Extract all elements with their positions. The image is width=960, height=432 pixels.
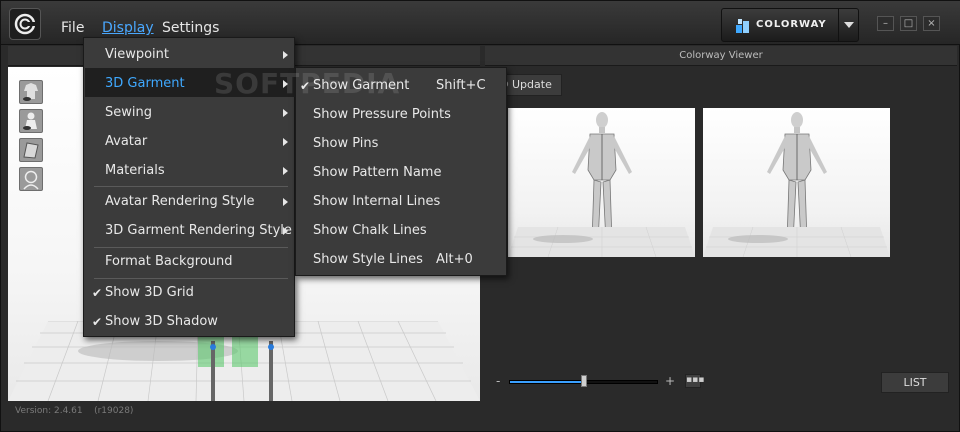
minimize-button[interactable]: – <box>877 16 894 31</box>
menu-item-avatar[interactable]: Avatar <box>105 134 147 149</box>
colorway-icon <box>736 19 749 33</box>
menu-item-avatar-rendering-style[interactable]: Avatar Rendering Style <box>105 194 255 209</box>
menu-item-viewpoint[interactable]: Viewpoint <box>105 47 169 62</box>
version-text: Version: 2.4.61 (r19028) <box>15 406 134 416</box>
maximize-button[interactable]: □ <box>900 16 917 31</box>
menu-item-show-3d-grid[interactable]: Show 3D Grid <box>105 285 194 300</box>
submenu-item-show-pins[interactable]: Show Pins <box>313 136 378 151</box>
colorway-viewer-title: Colorway Viewer <box>485 46 957 66</box>
app-window: File Display Settings COLORWAY – □ × Ver… <box>0 0 960 432</box>
menu-item-format-background[interactable]: Format Background <box>105 254 233 269</box>
more-options-button[interactable]: ▪▪▪ <box>685 374 704 388</box>
zoom-in-button[interactable]: + <box>665 374 675 388</box>
colorway-dropdown-icon[interactable] <box>838 9 858 41</box>
colorway-button[interactable]: COLORWAY <box>721 8 859 42</box>
zoom-out-button[interactable]: - <box>496 374 500 388</box>
zoom-slider-handle[interactable] <box>580 375 587 387</box>
menu-display[interactable]: Display <box>102 20 154 36</box>
submenu-arrow-icon <box>283 227 288 235</box>
menu-separator <box>94 247 288 248</box>
thumbnail-grid <box>703 227 890 257</box>
softpedia-watermark: SOFTPEDIA <box>214 67 401 100</box>
submenu-arrow-icon <box>283 138 288 146</box>
submenu-arrow-icon <box>283 167 288 175</box>
checkmark-icon: ✔ <box>92 286 103 300</box>
menu-item-sewing[interactable]: Sewing <box>105 105 152 120</box>
menu-file[interactable]: File <box>61 20 84 36</box>
zoom-slider[interactable] <box>509 375 658 387</box>
menu-separator <box>94 186 288 187</box>
shortcut-label: Alt+0 <box>436 252 473 267</box>
list-button[interactable]: LIST <box>881 372 949 393</box>
menu-settings[interactable]: Settings <box>162 20 219 36</box>
shortcut-label: Shift+C <box>436 78 486 93</box>
submenu-item-show-pressure-points[interactable]: Show Pressure Points <box>313 107 451 122</box>
menu-item-materials[interactable]: Materials <box>105 163 165 178</box>
thumbnail-grid <box>508 227 695 257</box>
avatar-visibility-icon[interactable] <box>19 109 43 133</box>
submenu-item-show-chalk-lines[interactable]: Show Chalk Lines <box>313 223 427 238</box>
checkmark-icon: ✔ <box>92 315 103 329</box>
close-button[interactable]: × <box>923 16 940 31</box>
submenu-item-show-pattern-name[interactable]: Show Pattern Name <box>313 165 441 180</box>
garment-visibility-icon[interactable] <box>19 80 43 104</box>
submenu-arrow-icon <box>283 51 288 59</box>
submenu-arrow-icon <box>283 198 288 206</box>
submenu-arrow-icon <box>283 109 288 117</box>
zoom-slider-fill <box>510 381 584 383</box>
colorway-thumbnail[interactable] <box>508 108 695 257</box>
colorway-thumbnail[interactable] <box>703 108 890 257</box>
menu-separator <box>94 278 288 279</box>
colorway-label: COLORWAY <box>756 19 827 30</box>
pattern-visibility-icon[interactable] <box>19 138 43 162</box>
menu-item-show-3d-shadow[interactable]: Show 3D Shadow <box>105 314 218 329</box>
submenu-item-show-style-lines[interactable]: Show Style Lines <box>313 252 423 267</box>
menu-item-garment-rendering-style[interactable]: 3D Garment Rendering Style <box>105 223 292 238</box>
submenu-item-show-internal-lines[interactable]: Show Internal Lines <box>313 194 440 209</box>
app-logo-icon[interactable] <box>9 8 41 40</box>
menu-item-3d-garment[interactable]: 3D Garment <box>105 76 185 91</box>
avatar-head-icon[interactable] <box>19 167 43 191</box>
